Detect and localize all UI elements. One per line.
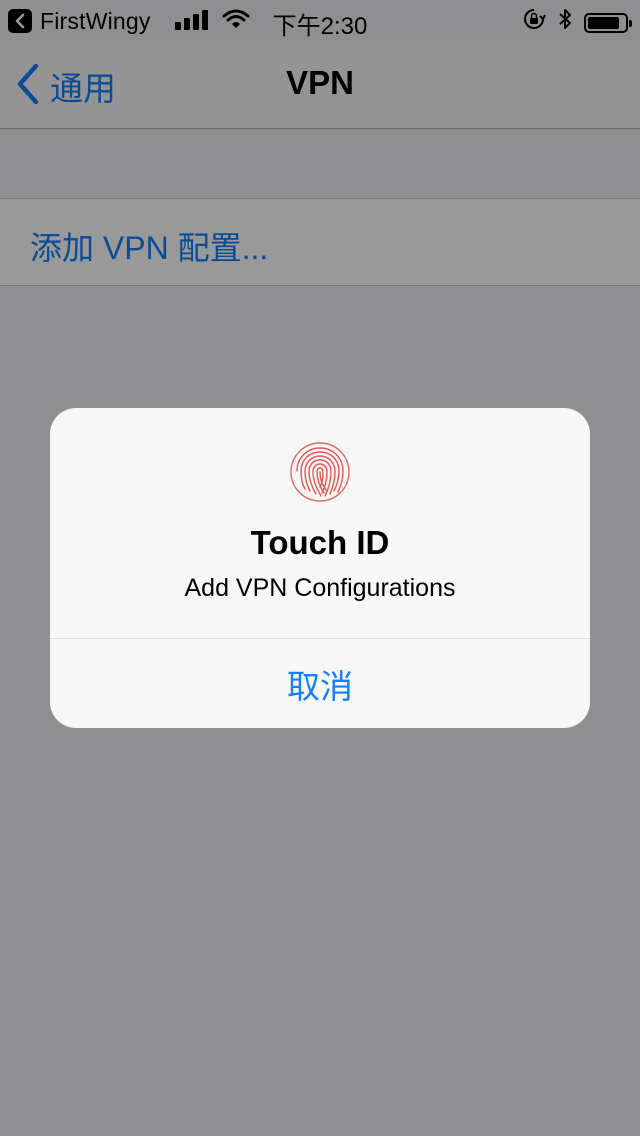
- screen: FirstWingy 下午2:30 通用 VPN 添加 VPN 配置... To…: [0, 0, 640, 1136]
- alert-title: Touch ID: [250, 524, 390, 561]
- alert-message: Add VPN Configurations: [184, 574, 456, 602]
- fingerprint-icon: [290, 442, 350, 502]
- touch-id-alert: Touch ID Add VPN Configurations 取消: [50, 408, 590, 728]
- cancel-button[interactable]: 取消: [50, 639, 590, 728]
